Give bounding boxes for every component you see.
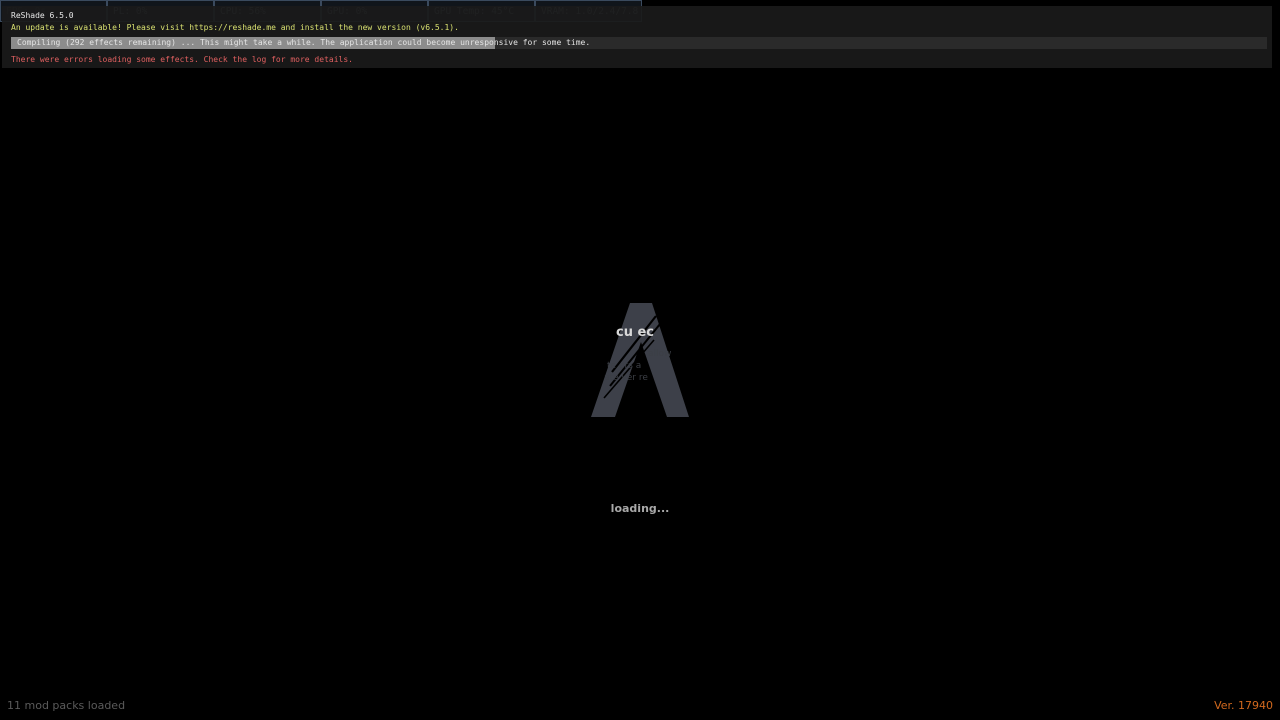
splash-logo-icon	[591, 303, 689, 417]
effects-error-message: There were errors loading some effects. …	[11, 55, 353, 64]
splash-ghost-heading: cu ec	[616, 325, 655, 340]
update-available-message: An update is available! Please visit htt…	[11, 23, 459, 32]
compile-progress-message: Compiling (292 effects remaining) ... Th…	[17, 38, 591, 47]
loading-indicator: loading...	[610, 502, 670, 515]
mod-packs-status: 11 mod packs loaded	[7, 699, 126, 712]
reshade-title: ReShade 6.5.0	[11, 11, 74, 20]
splash-ghost-line: ate ver re	[604, 373, 648, 383]
splash-ghost-line: allow	[648, 349, 672, 359]
compile-progress-bar: Compiling (292 effects remaining) ... Th…	[11, 37, 1267, 49]
reshade-overlay-panel[interactable]: ReShade 6.5.0 An update is available! Pl…	[2, 6, 1272, 68]
version-label: Ver. 17940	[1214, 699, 1273, 712]
splash-ghost-line: te ers a	[607, 361, 642, 371]
app-window: FPS: 0s PL: 0% CPU: 56% GPU: 0% GPU Temp…	[0, 0, 1280, 720]
